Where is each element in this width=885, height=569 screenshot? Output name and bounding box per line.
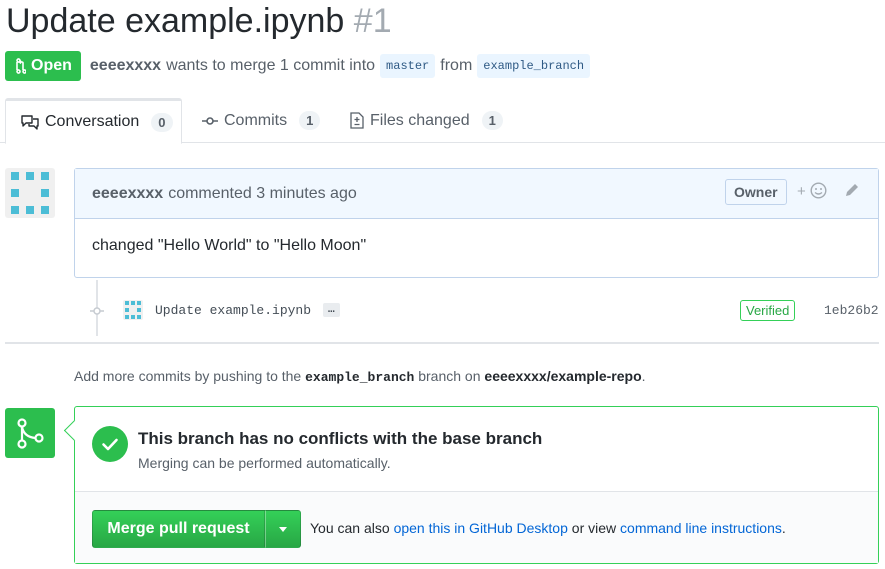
alt-prefix: You can also [310, 520, 390, 536]
open-desktop-link[interactable]: open this in GitHub Desktop [394, 520, 568, 536]
smiley-icon [810, 182, 827, 199]
status-label: Open [31, 57, 72, 74]
merge-pull-request-button[interactable]: Merge pull request [92, 510, 265, 548]
merge-status-title: This branch has no conflicts with the ba… [138, 429, 543, 448]
head-branch[interactable]: example_branch [477, 54, 591, 78]
command-line-link[interactable]: command line instructions [620, 520, 782, 536]
owner-badge: Owner [725, 179, 787, 205]
comment-body: changed "Hello World" to "Hello Moon" [92, 237, 367, 254]
comment-header: eeeexxxx commented 3 minutes ago Owner + [75, 169, 878, 219]
tab-files-label: Files changed [370, 111, 470, 129]
status-badge: Open [5, 51, 81, 81]
hint-branch: example_branch [305, 370, 415, 385]
pr-author-link[interactable]: eeeexxxx [90, 57, 161, 75]
avatar[interactable] [5, 168, 55, 218]
pr-meta: Open eeeexxxx wants to merge 1 commit in… [5, 51, 595, 81]
commit-avatar[interactable] [123, 300, 143, 320]
add-reaction-button[interactable]: + [797, 182, 827, 200]
tab-conversation[interactable]: Conversation 0 [5, 98, 182, 144]
timeline-divider [5, 342, 879, 344]
merge-status-subtitle: Merging can be performed automatically. [138, 455, 391, 471]
page-title: Update example.ipynb #1 [6, 2, 392, 41]
tab-files-changed[interactable]: Files changed 1 [350, 98, 503, 143]
from-text: from [440, 57, 473, 74]
alternative-options: You can also open this in GitHub Desktop… [310, 520, 786, 536]
alt-suffix: . [781, 520, 786, 536]
merge-box: This branch has no conflicts with the ba… [74, 406, 879, 564]
tab-commits[interactable]: Commits 1 [202, 98, 321, 143]
git-merge-icon [17, 418, 44, 449]
tab-files-count: 1 [481, 111, 503, 130]
pr-tabs: Conversation 0 Commits 1 Files changed 1 [0, 98, 885, 144]
base-branch[interactable]: master [380, 54, 436, 78]
push-hint: Add more commits by pushing to the examp… [74, 368, 646, 385]
comment-author-link[interactable]: eeeexxxx [92, 185, 163, 203]
hint-middle: branch on [418, 368, 481, 384]
comment-box: eeeexxxx commented 3 minutes ago Owner +… [74, 168, 879, 278]
git-pull-request-icon [16, 58, 26, 74]
check-icon [102, 438, 118, 451]
merge-method-dropdown[interactable] [265, 510, 301, 548]
pencil-icon [846, 184, 858, 196]
git-commit-icon [90, 307, 104, 315]
edit-comment-button[interactable] [844, 182, 860, 203]
reaction-plus: + [797, 183, 806, 200]
comment-action[interactable]: commented 3 minutes ago [168, 185, 357, 203]
merge-footer: Merge pull request You can also open thi… [75, 491, 878, 563]
hint-suffix: . [641, 368, 646, 384]
git-commit-icon [202, 116, 218, 125]
alt-middle: or view [571, 520, 617, 536]
comment-discussion-icon [21, 115, 39, 130]
commit-item: Update example.ipynb … [123, 300, 340, 320]
pr-title: Update example.ipynb [6, 2, 345, 40]
expand-commit-button[interactable]: … [323, 303, 340, 317]
hint-repo: eeeexxxx/example-repo [484, 368, 642, 384]
merge-status-icon [5, 408, 55, 458]
commit-sha-link[interactable]: 1eb26b2 [824, 303, 879, 318]
tab-conversation-count: 0 [151, 112, 173, 132]
tab-conversation-label: Conversation [45, 113, 140, 130]
file-diff-icon [350, 112, 364, 129]
hint-prefix: Add more commits by pushing to the [74, 368, 302, 384]
check-circle [92, 426, 128, 462]
commit-message-link[interactable]: Update example.ipynb [155, 303, 311, 318]
tab-commits-count: 1 [299, 111, 321, 130]
tab-commits-label: Commits [224, 111, 288, 129]
verified-badge[interactable]: Verified [740, 300, 796, 321]
pr-number: #1 [353, 2, 392, 40]
pr-summary: wants to merge 1 commit into [166, 57, 376, 74]
